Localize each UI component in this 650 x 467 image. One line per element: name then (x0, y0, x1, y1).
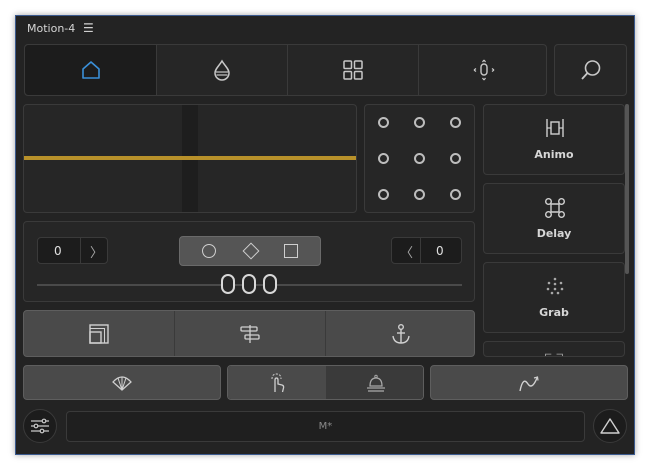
toggle-group (227, 365, 424, 400)
title-bar: Motion-4 ☰ (16, 16, 634, 42)
field-separator (80, 238, 81, 263)
touch-icon (267, 372, 287, 394)
footer-bar[interactable]: M* (66, 411, 585, 442)
delay-button[interactable]: Delay (483, 183, 625, 254)
anchor-dot[interactable] (450, 153, 461, 164)
anchor-dot[interactable] (414, 189, 425, 200)
slider-handle-digit[interactable] (242, 274, 256, 294)
anchor-dot[interactable] (378, 117, 389, 128)
anchor-grid (364, 104, 475, 213)
anchor-dot[interactable] (414, 153, 425, 164)
animo-icon (544, 118, 566, 138)
anchor-dot[interactable] (450, 189, 461, 200)
slider-handle-digit[interactable] (263, 274, 277, 294)
grab-icon (544, 276, 566, 298)
home-icon (80, 59, 102, 81)
partial-tool-icon: ⌐ ¬ (544, 350, 564, 357)
anchor-dot[interactable] (378, 189, 389, 200)
layer-bounds-button[interactable] (24, 311, 175, 356)
motion-graph[interactable] (23, 104, 357, 213)
drop-icon (211, 59, 233, 81)
circle-shape-button[interactable] (202, 244, 216, 258)
anchor-dot[interactable] (414, 117, 425, 128)
delay-label: Delay (536, 227, 572, 240)
anchor-icon (390, 323, 412, 345)
anchor-button[interactable] (326, 311, 476, 356)
triangle-button[interactable] (593, 409, 627, 443)
footer-text: M* (318, 421, 333, 432)
tab-drop[interactable] (156, 45, 287, 95)
animo-button[interactable]: Animo (483, 104, 625, 175)
bell-icon (365, 373, 387, 393)
chevron-right-icon[interactable]: 〉 (90, 242, 103, 261)
fan-icon (111, 374, 133, 392)
tab-bar (24, 44, 547, 96)
graph-curve (24, 156, 356, 160)
grab-label: Grab (539, 306, 569, 319)
right-value: 0 (436, 244, 444, 258)
anchor-point-icon (472, 59, 496, 81)
right-value-field[interactable]: 〈 0 (391, 237, 462, 264)
anchor-dot[interactable] (378, 153, 389, 164)
bell-button[interactable] (327, 366, 423, 399)
tab-grid[interactable] (287, 45, 418, 95)
curve-icon (517, 372, 541, 394)
anchor-dot[interactable] (450, 117, 461, 128)
field-separator (420, 238, 421, 263)
settings-button[interactable] (23, 409, 57, 443)
motion-panel: Motion-4 ☰ Animo Delay Grab ⌐ ¬ 0 〉 〈 0 … (15, 15, 635, 455)
animo-label: Animo (534, 148, 574, 161)
triangle-icon (600, 417, 620, 435)
action-bar (23, 310, 475, 357)
tab-anchor-point[interactable] (418, 45, 548, 95)
fan-button[interactable] (23, 365, 221, 400)
align-button[interactable] (175, 311, 326, 356)
tab-home[interactable] (25, 45, 156, 95)
delay-icon (544, 197, 566, 219)
diamond-shape-button[interactable] (242, 242, 260, 260)
search-button[interactable] (554, 44, 627, 96)
shape-selector (179, 236, 321, 266)
grid-icon (342, 59, 364, 81)
left-value-field[interactable]: 0 〉 (37, 237, 108, 264)
next-tool-button[interactable]: ⌐ ¬ (483, 341, 625, 357)
sliders-icon (30, 418, 50, 434)
side-scrollbar[interactable] (625, 104, 629, 274)
layer-bounds-icon (88, 323, 110, 345)
left-value: 0 (54, 244, 62, 258)
search-icon (579, 58, 603, 82)
hamburger-icon[interactable]: ☰ (83, 21, 94, 35)
controls-panel: 0 〉 〈 0 (23, 221, 475, 302)
slider-handle-digit[interactable] (221, 274, 235, 294)
window-title: Motion-4 (27, 22, 76, 35)
align-icon (238, 324, 262, 344)
chevron-left-icon[interactable]: 〈 (400, 242, 413, 261)
curve-button[interactable] (430, 365, 628, 400)
touch-button[interactable] (228, 366, 327, 399)
square-shape-button[interactable] (284, 244, 298, 258)
grab-button[interactable]: Grab (483, 262, 625, 333)
